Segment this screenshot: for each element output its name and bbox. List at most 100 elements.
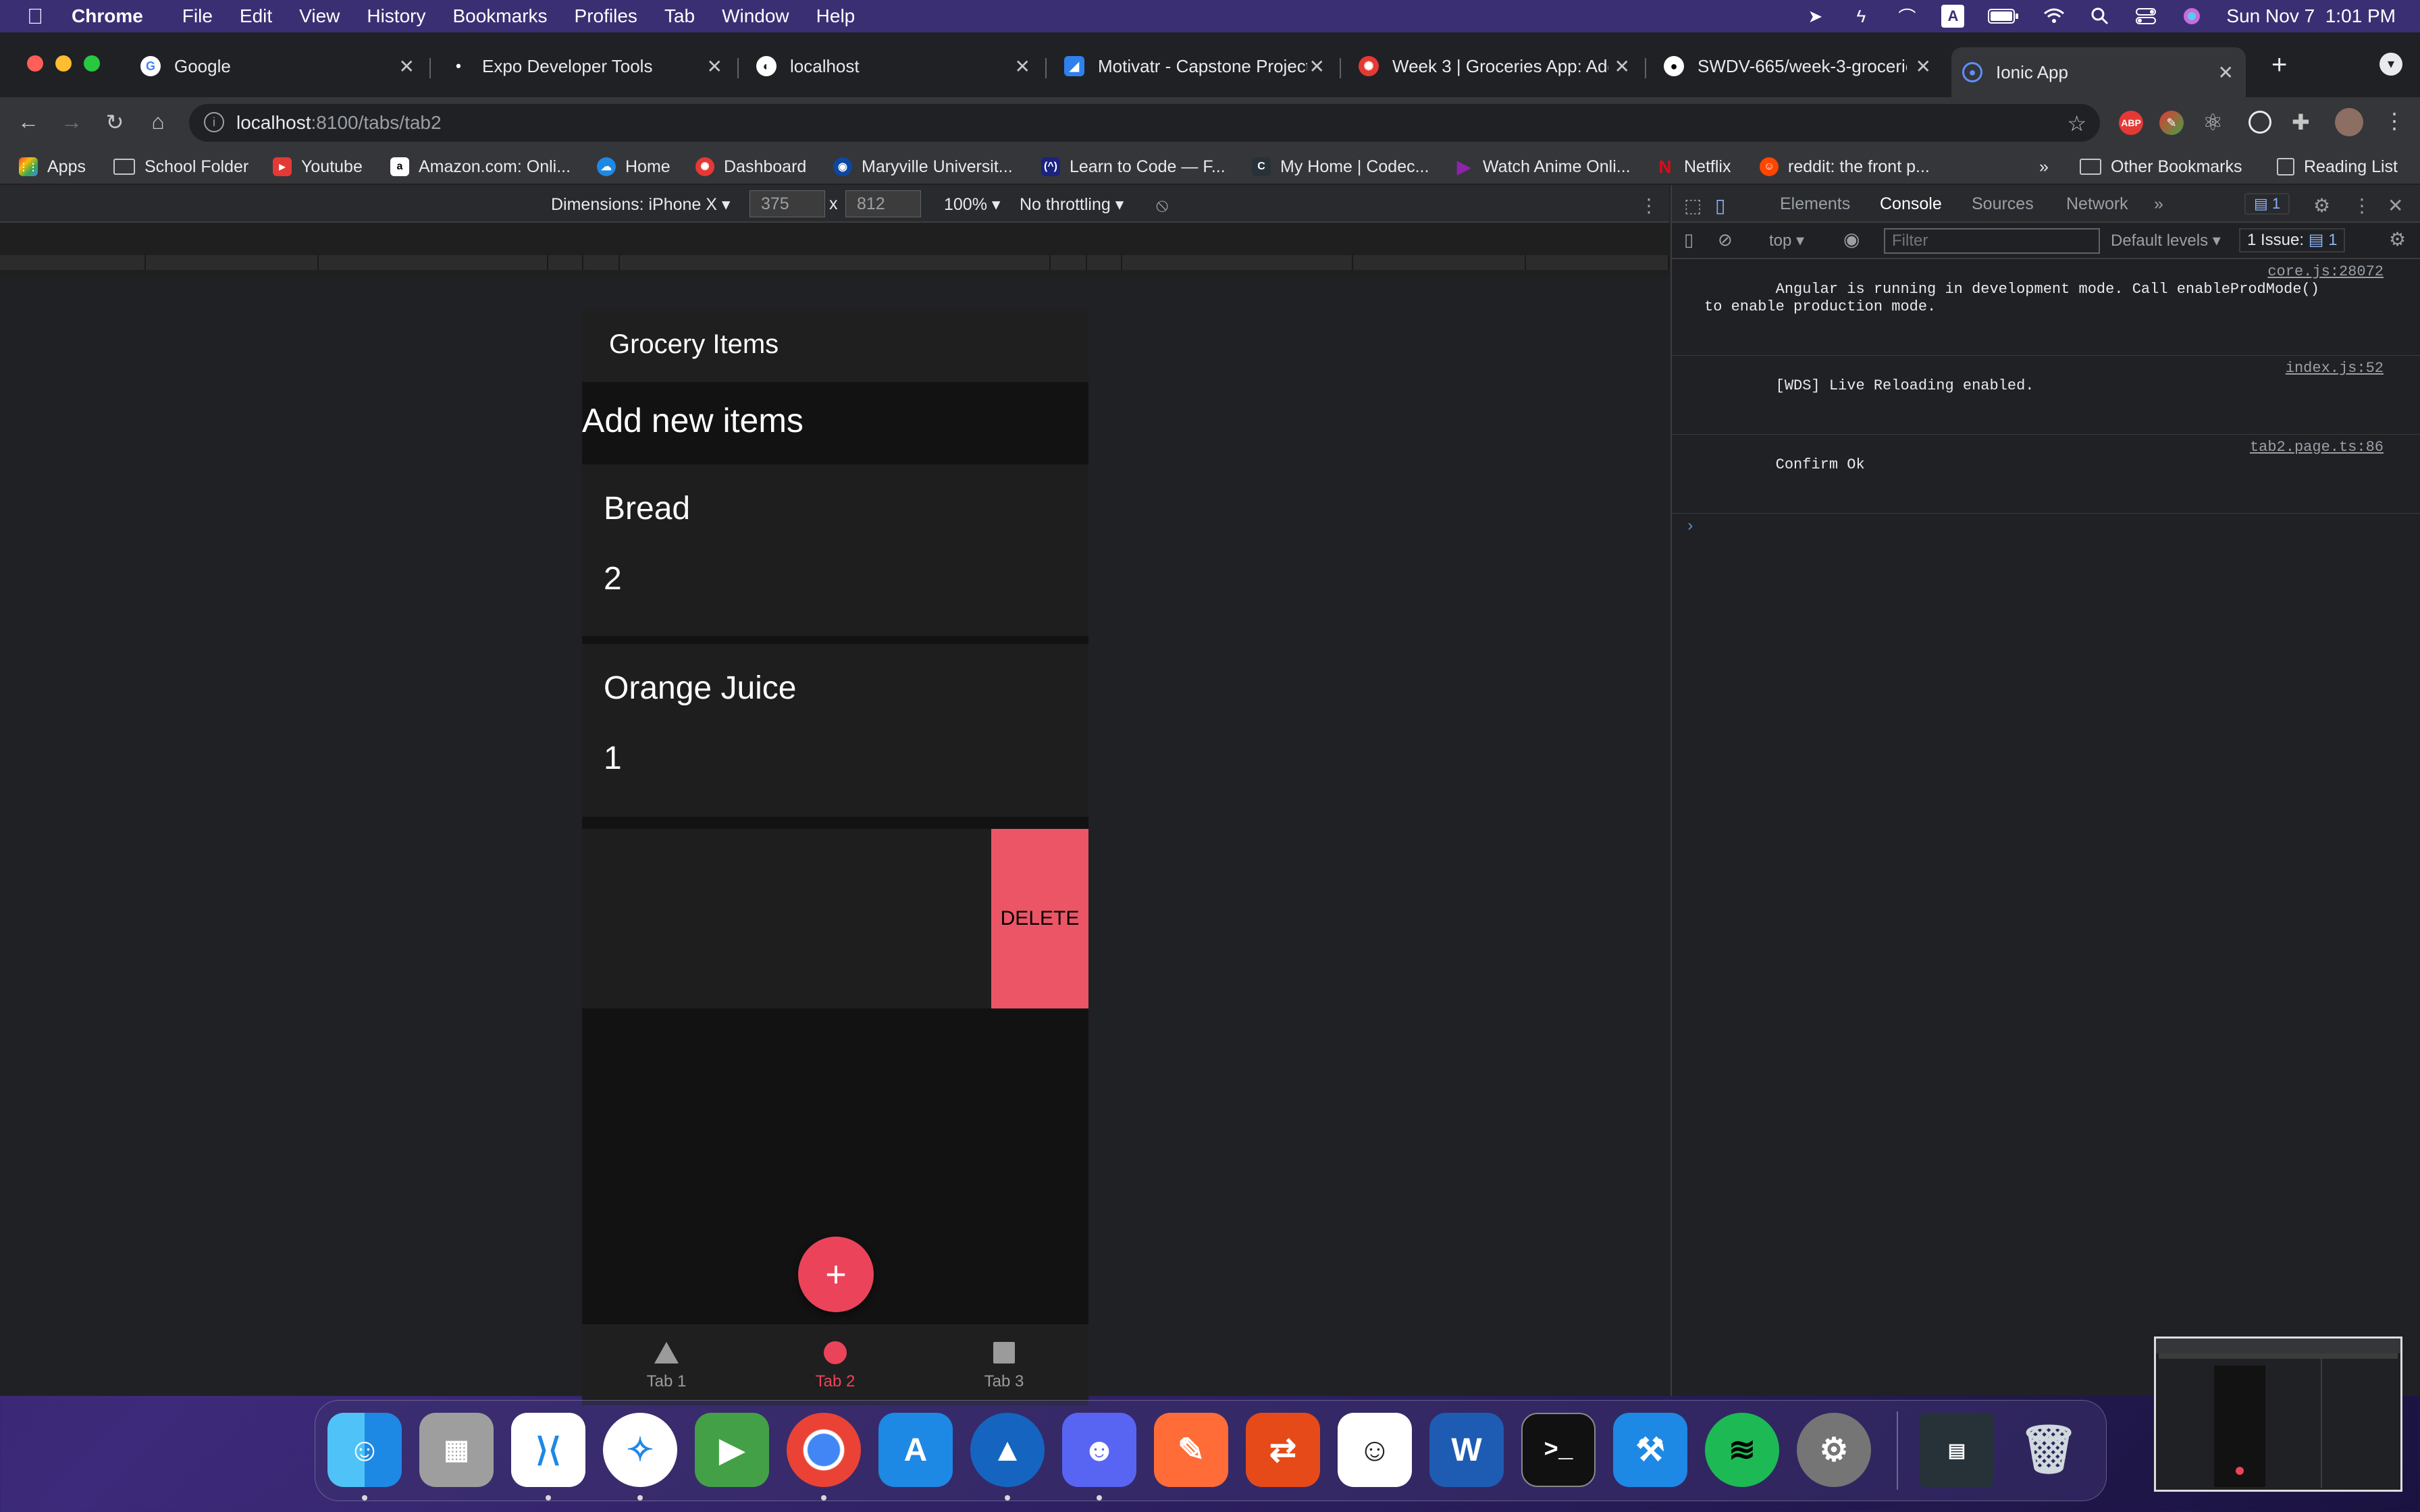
address-bar[interactable]: i localhost:8100/tabs/tab2 ☆	[189, 104, 2100, 142]
facetime-camera-icon[interactable]: ▶	[695, 1413, 769, 1487]
tab-console[interactable]: Console	[1880, 194, 1942, 214]
ruler-segment[interactable]	[1526, 255, 1669, 270]
trash-icon[interactable]: 🗑	[2011, 1413, 2086, 1487]
home-icon[interactable]: ⌂	[144, 109, 172, 134]
finder-icon[interactable]: ☺	[327, 1413, 402, 1487]
close-icon[interactable]: ✕	[1015, 55, 1030, 78]
spotify-icon[interactable]: ≋	[1705, 1413, 1779, 1487]
settings-gear-icon[interactable]: ⚙	[2313, 194, 2330, 217]
bookmark-reddit[interactable]: ☺ reddit: the front p...	[1760, 155, 1930, 178]
color-picker-extension-icon[interactable]: ✎	[2159, 111, 2184, 135]
tab-google[interactable]: G Google ✕	[130, 47, 427, 85]
device-dimensions-select[interactable]: Dimensions: iPhone X ▾	[551, 194, 730, 215]
menu-bookmarks[interactable]: Bookmarks	[452, 5, 547, 27]
bookmark-amazon[interactable]: a Amazon.com: Onli...	[390, 155, 571, 178]
safari-compass-icon[interactable]: ✧	[603, 1413, 677, 1487]
site-info-icon[interactable]: i	[204, 112, 224, 132]
live-expression-eye-icon[interactable]: ◉	[1843, 228, 1860, 250]
ruler-segment[interactable]	[146, 255, 319, 270]
list-item[interactable]: Bread 2	[582, 464, 1088, 636]
minimize-window-button[interactable]	[55, 55, 72, 72]
tab-sources[interactable]: Sources	[1972, 194, 2034, 214]
zoom-select[interactable]: 100% ▾	[944, 194, 1000, 215]
wifi-icon[interactable]	[2043, 5, 2066, 28]
console-sidebar-icon[interactable]: ▯	[1684, 230, 1693, 250]
console-filter-input[interactable]	[1884, 228, 2100, 254]
discord-icon[interactable]: ☻	[1062, 1413, 1136, 1487]
chrome-icon[interactable]	[787, 1413, 861, 1487]
react-devtools-icon[interactable]: ⚛	[2203, 109, 2223, 136]
menu-tab[interactable]: Tab	[664, 5, 695, 27]
menu-app-name[interactable]: Chrome	[72, 5, 143, 27]
more-tabs-chevron[interactable]: »	[2154, 194, 2163, 214]
tab-week3-groceries[interactable]: ✺ Week 3 | Groceries App: Add ✕	[1348, 47, 1642, 85]
control-center-icon[interactable]	[2134, 5, 2157, 28]
location-icon[interactable]: ➤	[1804, 5, 1826, 28]
reload-icon[interactable]: ↻	[101, 109, 128, 135]
menu-clock[interactable]: Sun Nov 7 1:01 PM	[2226, 5, 2396, 27]
tab-github[interactable]: ● SWDV-665/week-3-groceries ✕	[1653, 47, 1943, 85]
postman-icon[interactable]: ✎	[1154, 1413, 1228, 1487]
ruler-segment[interactable]	[620, 255, 1051, 270]
bookmarks-overflow-button[interactable]: »	[2039, 155, 2049, 178]
arc-status-icon[interactable]: ⌒	[1895, 5, 1918, 28]
bookmark-codecademy[interactable]: C My Home | Codec...	[1252, 155, 1429, 178]
ruler-segment[interactable]	[548, 255, 583, 270]
bookmark-maryville[interactable]: ◉ Maryville Universit...	[833, 155, 1013, 178]
ike-vpn-icon[interactable]: ▲	[970, 1413, 1045, 1487]
bookmark-school-folder[interactable]: School Folder	[113, 155, 248, 178]
keyboard-input-icon[interactable]: A	[1941, 5, 1965, 28]
ruler-segment[interactable]	[1051, 255, 1087, 270]
chrome-menu-icon[interactable]: ⋮	[2384, 108, 2405, 134]
back-arrow-icon[interactable]: ←	[15, 109, 42, 134]
dark-reader-extension-icon[interactable]	[2248, 111, 2271, 134]
maximize-window-button[interactable]	[84, 55, 100, 72]
bookmark-other[interactable]: Other Bookmarks	[2080, 155, 2242, 178]
close-icon[interactable]: ✕	[2218, 61, 2234, 84]
menu-profiles[interactable]: Profiles	[575, 5, 637, 27]
extensions-puzzle-icon[interactable]: ✚	[2292, 109, 2310, 135]
console-prompt[interactable]: ›	[1672, 514, 2420, 536]
menu-view[interactable]: View	[299, 5, 340, 27]
clear-console-icon[interactable]: ⊘	[1718, 230, 1733, 250]
bolt-status-icon[interactable]: ϟ	[1849, 5, 1872, 28]
bookmark-dashboard[interactable]: ✺ Dashboard	[695, 155, 806, 178]
memoji-app-icon[interactable]: ☺	[1338, 1413, 1412, 1487]
tab-motivatr[interactable]: ◢ Motivatr - Capstone Project ✕	[1053, 47, 1337, 85]
ruler-segment[interactable]	[319, 255, 548, 270]
close-icon[interactable]: ✕	[1309, 55, 1325, 78]
tab-2[interactable]: Tab 2	[751, 1324, 920, 1405]
tab-expo-devtools[interactable]: • Expo Developer Tools ✕	[438, 47, 735, 85]
profile-avatar[interactable]	[2335, 108, 2363, 136]
close-icon[interactable]: ✕	[1916, 55, 1931, 78]
ruler-segment[interactable]	[1122, 255, 1353, 270]
tab-elements[interactable]: Elements	[1780, 194, 1850, 214]
bookmark-youtube[interactable]: ▶ Youtube	[273, 155, 363, 178]
inspect-element-icon[interactable]: ⬚	[1684, 194, 1702, 217]
menu-window[interactable]: Window	[722, 5, 789, 27]
bookmark-apps[interactable]: ⋮⋮ Apps	[19, 155, 86, 178]
close-devtools-icon[interactable]: ✕	[2388, 194, 2403, 217]
bookmark-netflix[interactable]: N Netflix	[1656, 155, 1731, 178]
tab-1[interactable]: Tab 1	[582, 1324, 751, 1405]
vscode-icon[interactable]: ⟩⟨	[511, 1413, 585, 1487]
tab-search-button[interactable]: ▾	[2379, 53, 2402, 76]
launchpad-icon[interactable]: ▦	[419, 1413, 494, 1487]
close-icon[interactable]: ✕	[1614, 55, 1630, 78]
menu-file[interactable]: File	[182, 5, 213, 27]
tab-3[interactable]: Tab 3	[920, 1324, 1088, 1405]
console-source-link[interactable]: index.js:52	[2286, 360, 2384, 377]
device-toggle-icon[interactable]: ▯	[1715, 194, 1725, 217]
word-icon[interactable]: W	[1429, 1413, 1504, 1487]
device-width-input[interactable]: 375	[749, 190, 825, 217]
ruler-segment[interactable]	[583, 255, 620, 270]
add-item-fab[interactable]: +	[798, 1237, 874, 1312]
log-levels-select[interactable]: Default levels ▾	[2111, 231, 2221, 250]
ruler-segment[interactable]	[1087, 255, 1122, 270]
screenshot-thumbnail-preview[interactable]	[2154, 1336, 2402, 1492]
menu-edit[interactable]: Edit	[240, 5, 272, 27]
list-item[interactable]: Orange Juice 1	[582, 644, 1088, 817]
issues-button[interactable]: 1 Issue: ▤ 1	[2239, 228, 2346, 252]
throttling-select[interactable]: No throttling ▾	[1020, 194, 1124, 215]
device-height-input[interactable]: 812	[845, 190, 921, 217]
